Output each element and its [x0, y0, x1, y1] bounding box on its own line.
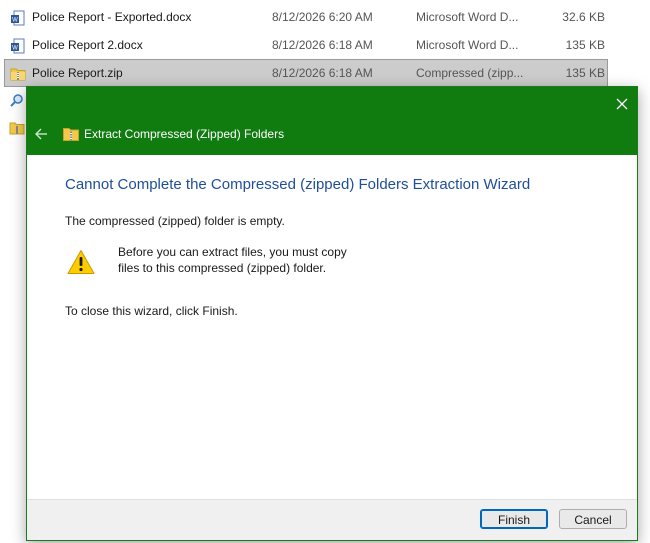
cancel-button[interactable]: Cancel: [559, 509, 627, 529]
zip-folder-icon: [10, 68, 26, 81]
word-doc-icon: W: [11, 10, 25, 26]
warning-line: Before you can extract files, you must c…: [118, 245, 347, 259]
file-type: Microsoft Word D...: [416, 38, 519, 52]
file-type: Compressed (zipp...: [416, 66, 524, 80]
warning-text: Before you can extract files, you must c…: [118, 244, 378, 276]
search-file-icon: [10, 94, 23, 107]
file-name: Police Report.zip: [32, 66, 123, 80]
close-icon[interactable]: [615, 97, 629, 111]
dialog-footer: Finish Cancel: [27, 499, 637, 540]
warning-icon: [67, 250, 95, 274]
file-date: 8/12/2026 6:18 AM: [272, 66, 373, 80]
extraction-wizard-dialog: Extract Compressed (Zipped) Folders Cann…: [26, 86, 638, 541]
file-row-selected[interactable]: Police Report.zip 8/12/2026 6:18 AM Comp…: [4, 59, 608, 87]
zip-folder-icon: [63, 128, 79, 141]
dialog-header: Extract Compressed (Zipped) Folders: [27, 87, 637, 155]
file-name: Police Report 2.docx: [32, 38, 143, 52]
file-size: 135 KB: [565, 66, 605, 80]
warning-line: files to this compressed (zipped) folder…: [118, 261, 327, 275]
svg-text:W: W: [12, 46, 18, 52]
file-list: W Police Report - Exported.docx 8/12/202…: [0, 3, 650, 87]
dialog-title: Extract Compressed (Zipped) Folders: [84, 127, 285, 141]
finish-button[interactable]: Finish: [480, 509, 548, 529]
back-arrow-icon[interactable]: [34, 127, 48, 141]
file-name: Police Report - Exported.docx: [32, 10, 192, 24]
file-date: 8/12/2026 6:18 AM: [272, 38, 373, 52]
close-instruction: To close this wizard, click Finish.: [65, 304, 238, 318]
word-doc-icon: W: [11, 38, 25, 54]
wizard-heading: Cannot Complete the Compressed (zipped) …: [65, 176, 531, 193]
file-type: Microsoft Word D...: [416, 10, 519, 24]
file-size: 32.6 KB: [562, 10, 605, 24]
file-size: 135 KB: [565, 38, 605, 52]
file-row[interactable]: W Police Report 2.docx 8/12/2026 6:18 AM…: [4, 31, 608, 59]
file-row[interactable]: W Police Report - Exported.docx 8/12/202…: [4, 3, 608, 31]
file-date: 8/12/2026 6:20 AM: [272, 10, 373, 24]
empty-folder-message: The compressed (zipped) folder is empty.: [65, 214, 285, 228]
zip-folder-icon: [9, 122, 25, 135]
svg-text:W: W: [12, 18, 18, 24]
